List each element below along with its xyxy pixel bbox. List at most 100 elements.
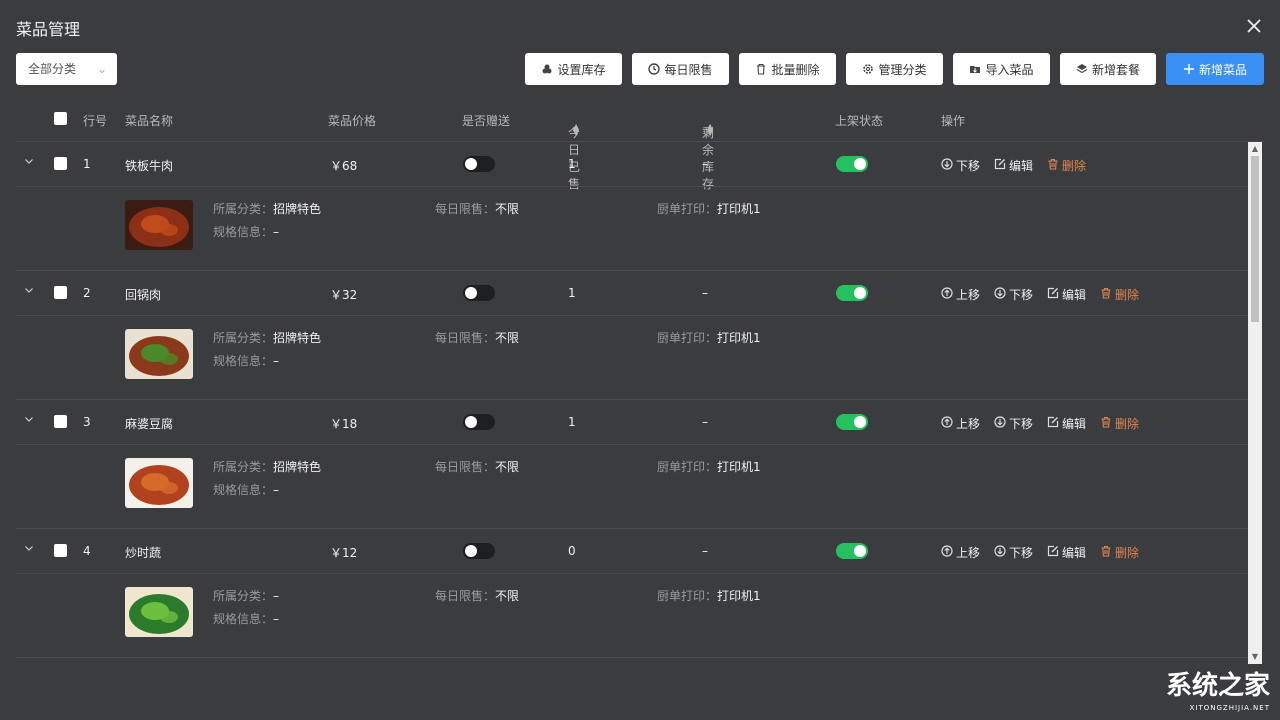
daily-limit-info-value: 不限 — [495, 589, 520, 603]
spec-info-value: – — [273, 483, 280, 497]
row-checkbox[interactable] — [54, 286, 67, 299]
trash-icon — [757, 63, 766, 75]
move-down-button[interactable]: 下移 — [994, 286, 1033, 303]
gift-toggle[interactable] — [463, 156, 495, 172]
move-down-label: 下移 — [1009, 546, 1034, 560]
close-icon[interactable] — [1246, 18, 1262, 34]
spec-info-label: 规格信息： — [213, 483, 274, 497]
shelf-status-toggle[interactable] — [836, 543, 868, 559]
edit-label: 编辑 — [1009, 159, 1034, 173]
daily-limit-info-label: 每日限售： — [435, 460, 496, 474]
plus-icon — [1183, 64, 1194, 74]
dish-name: 麻婆豆腐 — [125, 417, 174, 431]
chevron-down-icon[interactable] — [24, 414, 36, 426]
category-info-label: 所属分类： — [213, 589, 274, 603]
spec-info-label: 规格信息： — [213, 225, 274, 239]
dish-detail: 所属分类：招牌特色 规格信息：– 每日限售：不限 厨单打印：打印机1 — [16, 446, 1248, 529]
chevron-down-icon[interactable] — [24, 543, 36, 555]
scroll-down-icon[interactable]: ▼ — [1248, 650, 1262, 664]
chevron-down-icon[interactable] — [24, 156, 36, 168]
kitchen-print-info-value: 打印机1 — [717, 460, 761, 474]
scrollbar-thumb[interactable] — [1251, 156, 1259, 322]
spec-info-value: – — [273, 354, 280, 368]
move-up-button[interactable]: 上移 — [941, 286, 980, 303]
shelf-status-toggle[interactable] — [836, 414, 868, 430]
edit-button[interactable]: 编辑 — [1047, 544, 1086, 561]
chevron-down-icon[interactable] — [24, 285, 36, 297]
shelf-status-toggle[interactable] — [836, 156, 868, 172]
daily-limit-info-value: 不限 — [495, 202, 520, 216]
table-header: 行号 菜品名称 菜品价格 是否赠送 今日已售 ▲ ▼ 剩余库存 ▲ ▼ 上架状态 操作 — [16, 100, 1264, 191]
shelf-status-toggle[interactable] — [836, 285, 868, 301]
sold-today: 1 — [568, 415, 576, 429]
delete-button[interactable]: 删除 — [1100, 544, 1139, 561]
watermark-logo: 系统之家 XITONGZHIJIA.NET — [1166, 665, 1270, 712]
move-up-label: 上移 — [956, 417, 981, 431]
set-stock-button[interactable]: 设置库存 — [525, 53, 622, 85]
gift-toggle[interactable] — [463, 414, 495, 430]
spec-info: 规格信息：– — [213, 481, 279, 498]
edit-button[interactable]: 编辑 — [1047, 415, 1086, 432]
add-dish-button[interactable]: 新增菜品 — [1166, 53, 1264, 85]
dish-main-row: 1 铁板牛肉 ￥68 1 – 下移 编辑 删除 — [16, 142, 1248, 187]
dish-name: 炒时蔬 — [125, 546, 162, 560]
move-down-button[interactable]: 下移 — [941, 157, 980, 174]
category-select-value: 全部分类 — [28, 62, 77, 76]
edit-button[interactable]: 编辑 — [994, 157, 1033, 174]
row-checkbox[interactable] — [54, 544, 67, 557]
daily-limit-info-label: 每日限售： — [435, 202, 496, 216]
spec-info-label: 规格信息： — [213, 612, 274, 626]
move-down-button[interactable]: 下移 — [994, 544, 1033, 561]
delete-button[interactable]: 删除 — [1100, 415, 1139, 432]
kitchen-print-info-value: 打印机1 — [717, 331, 761, 345]
kitchen-print-info-value: 打印机1 — [717, 202, 761, 216]
gift-toggle[interactable] — [463, 285, 495, 301]
delete-button[interactable]: 删除 — [1047, 157, 1086, 174]
import-dish-button[interactable]: 导入菜品 — [953, 53, 1050, 85]
kitchen-print-info-label: 厨单打印： — [657, 460, 718, 474]
scroll-up-icon[interactable]: ▲ — [1248, 142, 1262, 156]
delete-button[interactable]: 删除 — [1100, 286, 1139, 303]
edit-icon — [1047, 287, 1059, 302]
move-up-button[interactable]: 上移 — [941, 544, 980, 561]
row-checkbox[interactable] — [54, 415, 67, 428]
edit-icon — [1047, 416, 1059, 431]
move-up-button[interactable]: 上移 — [941, 415, 980, 432]
manage-category-button[interactable]: 管理分类 — [846, 53, 943, 85]
edit-icon — [994, 158, 1006, 173]
kitchen-print-info-label: 厨单打印： — [657, 202, 718, 216]
category-info: 所属分类：招牌特色 — [213, 458, 321, 475]
pork-dish-icon — [125, 329, 193, 379]
layers-icon — [1076, 64, 1088, 74]
folder-import-icon — [970, 66, 981, 73]
daily-limit-info-value: 不限 — [495, 460, 520, 474]
sort-icon: ▲ ▼ — [573, 122, 580, 137]
daily-limit-button[interactable]: 每日限售 — [632, 53, 729, 85]
header-price: 菜品价格 — [328, 114, 377, 128]
arrow-up-icon — [941, 287, 953, 302]
move-down-button[interactable]: 下移 — [994, 415, 1033, 432]
trash-icon — [1100, 545, 1112, 560]
dish-main-row: 3 麻婆豆腐 ￥18 1 – 上移 下移 编辑 删除 — [16, 400, 1248, 445]
batch-delete-button[interactable]: 批量删除 — [739, 53, 836, 85]
select-all-checkbox[interactable] — [54, 112, 67, 125]
add-combo-button[interactable]: 新增套餐 — [1060, 53, 1156, 85]
row-checkbox[interactable] — [54, 157, 67, 170]
beef-dish-icon — [125, 200, 193, 250]
edit-button[interactable]: 编辑 — [1047, 286, 1086, 303]
category-select[interactable]: 全部分类 ⌄ — [16, 53, 117, 85]
row-number: 1 — [83, 157, 91, 171]
trash-icon — [1047, 158, 1059, 173]
gift-toggle[interactable] — [463, 543, 495, 559]
scrollbar[interactable]: ▲ ▼ — [1248, 142, 1262, 664]
stock-icon — [542, 64, 552, 74]
gear-icon — [863, 64, 874, 74]
move-up-label: 上移 — [956, 546, 981, 560]
category-info: 所属分类：招牌特色 — [213, 329, 321, 346]
spec-info: 规格信息：– — [213, 223, 279, 240]
category-info-value: 招牌特色 — [273, 460, 322, 474]
dish-detail: 所属分类：招牌特色 规格信息：– 每日限售：不限 厨单打印：打印机1 — [16, 317, 1248, 400]
dish-detail: 所属分类：招牌特色 规格信息：– 每日限售：不限 厨单打印：打印机1 — [16, 188, 1248, 271]
delete-label: 删除 — [1062, 159, 1087, 173]
edit-label: 编辑 — [1062, 288, 1087, 302]
